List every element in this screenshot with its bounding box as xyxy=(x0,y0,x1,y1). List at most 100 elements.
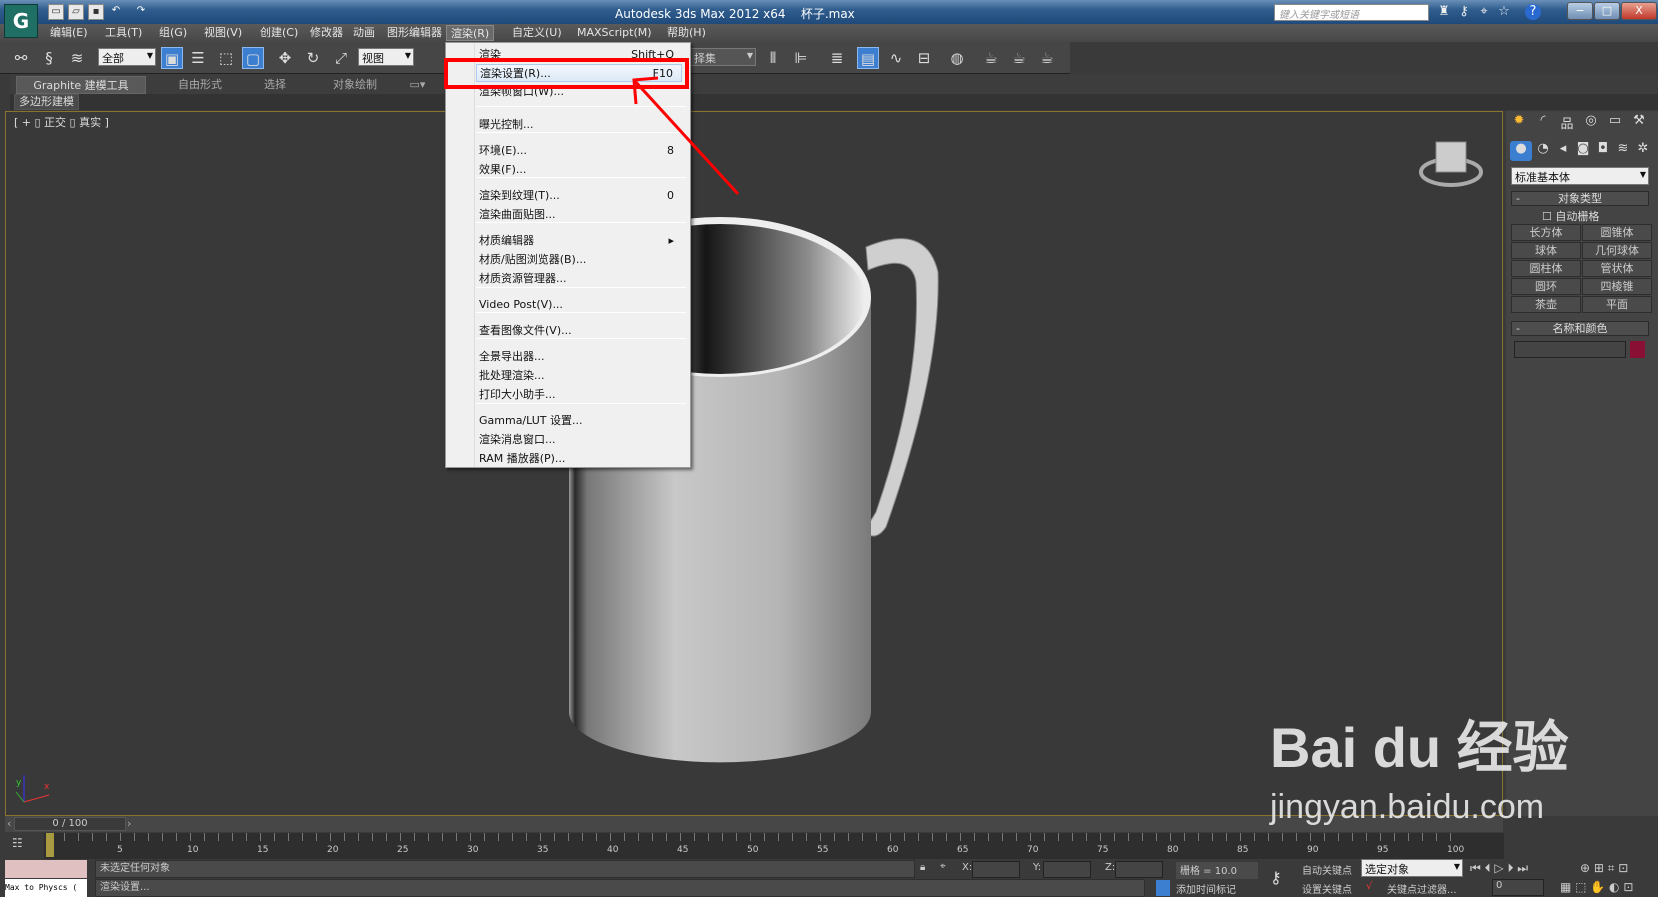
cone-button[interactable]: 圆锥体 xyxy=(1582,224,1652,241)
tab-freeform[interactable]: 自由形式 xyxy=(160,76,240,94)
rollout-object-type[interactable]: - 对象类型 xyxy=(1511,191,1649,206)
close-button[interactable]: X xyxy=(1621,2,1657,20)
curve-editor-icon[interactable]: ▤ xyxy=(857,47,879,69)
window-crossing-icon[interactable]: ▢ xyxy=(242,47,264,69)
z-coord-input[interactable] xyxy=(1115,861,1163,878)
systems-icon[interactable]: ✲ xyxy=(1632,141,1654,161)
modify-tab-icon[interactable]: ◜ xyxy=(1532,113,1554,133)
menu-create[interactable]: 创建(C) xyxy=(256,25,302,41)
geometry-icon[interactable]: ● xyxy=(1510,141,1532,161)
tab-graphite[interactable]: Graphite 建模工具 xyxy=(16,76,146,94)
add-time-tag[interactable]: 添加时间标记 xyxy=(1176,881,1236,896)
menu-graph-editors[interactable]: 图形编辑器 xyxy=(383,25,446,41)
rect-selection-icon[interactable]: ⬚ xyxy=(215,47,237,69)
object-color-swatch[interactable] xyxy=(1630,341,1645,358)
select-by-name-icon[interactable]: ☰ xyxy=(187,47,209,69)
set-key-icon[interactable]: ⚷ xyxy=(1270,868,1282,887)
tube-button[interactable]: 管状体 xyxy=(1582,260,1652,277)
render-active-shade-icon[interactable]: ☕ xyxy=(1036,47,1058,69)
redo-icon[interactable]: ↷ xyxy=(133,4,149,20)
unlink-icon[interactable]: § xyxy=(38,47,60,69)
next-frame-icon[interactable]: › xyxy=(127,817,131,830)
render-menu-item[interactable]: 材质资源管理器... xyxy=(476,270,682,288)
tab-selection[interactable]: 选择 xyxy=(245,76,305,94)
render-menu-item[interactable]: 查看图像文件(V)... xyxy=(476,322,682,340)
tab-object-paint[interactable]: 对象绘制 xyxy=(315,76,395,94)
app-logo-button[interactable]: G xyxy=(4,4,38,38)
object-name-input[interactable] xyxy=(1514,341,1626,358)
pyramid-button[interactable]: 四棱锥 xyxy=(1582,278,1652,295)
maximize-button[interactable]: □ xyxy=(1594,2,1620,20)
menu-modifiers[interactable]: 修改器 xyxy=(306,25,347,41)
ref-coord-dropdown[interactable]: 视图 xyxy=(358,48,414,66)
ribbon-options-icon[interactable]: ▭▾ xyxy=(405,76,430,94)
track-bar[interactable]: 0510152025303540455055606570758085909510… xyxy=(44,833,1504,859)
hierarchy-tab-icon[interactable]: 品 xyxy=(1556,113,1578,133)
viewport-nav-controls-2[interactable]: ▦ ⬚ ✋ ◐ ⊡ xyxy=(1560,880,1633,894)
undo-icon[interactable]: ↶ xyxy=(108,4,124,20)
time-tag-icon[interactable] xyxy=(1156,880,1170,896)
named-selection-dropdown[interactable]: 择集 xyxy=(690,48,756,66)
key-icon[interactable]: ⚷ xyxy=(1455,4,1473,20)
absolute-mode-icon[interactable]: ⌖ xyxy=(940,861,946,872)
track-bar-icon[interactable]: ☷ xyxy=(12,836,32,854)
viewport-perspective[interactable]: [ + ▯ 正交 ▯ 真实 ] yx xyxy=(5,111,1503,816)
torus-button[interactable]: 圆环 xyxy=(1511,278,1581,295)
mirror-icon[interactable]: ⫴ xyxy=(762,47,784,69)
auto-key-button[interactable]: 自动关键点 xyxy=(1302,862,1352,877)
render-production-icon[interactable]: ☕ xyxy=(1008,47,1030,69)
render-menu-item[interactable]: Video Post(V)... xyxy=(476,296,682,314)
viewport-nav-controls[interactable]: ⊕ ⊞ ⌗ ⊡ xyxy=(1580,861,1628,876)
prev-frame-icon[interactable]: ‹ xyxy=(7,817,11,830)
link-icon[interactable]: ⚯ xyxy=(10,47,32,69)
render-menu-item[interactable]: 批处理渲染... xyxy=(476,367,682,385)
helpers-icon[interactable]: ◘ xyxy=(1592,141,1614,161)
viewcube-icon[interactable] xyxy=(1416,132,1486,192)
render-menu-item[interactable]: 渲染消息窗口... xyxy=(476,431,682,449)
render-menu-item[interactable]: Gamma/LUT 设置... xyxy=(476,412,682,430)
sphere-button[interactable]: 球体 xyxy=(1511,242,1581,259)
menu-customize[interactable]: 自定义(U) xyxy=(508,25,566,41)
render-menu-item[interactable]: 全景导出器... xyxy=(476,348,682,366)
frame-counter[interactable]: 0 / 100 xyxy=(14,817,126,831)
render-setup-icon[interactable]: ◍ xyxy=(946,47,968,69)
select-object-icon[interactable]: ▣ xyxy=(161,47,183,69)
star-icon[interactable]: ☆ xyxy=(1495,4,1513,20)
satellite-icon[interactable]: ⌖ xyxy=(1475,4,1493,20)
new-file-icon[interactable]: ▭ xyxy=(48,4,64,20)
motion-tab-icon[interactable]: ◎ xyxy=(1580,113,1602,133)
menu-group[interactable]: 组(G) xyxy=(155,25,191,41)
render-menu-item[interactable]: RAM 播放器(P)... xyxy=(476,450,682,468)
align-icon[interactable]: ⊫ xyxy=(790,47,812,69)
plane-button[interactable]: 平面 xyxy=(1582,296,1652,313)
x-coord-input[interactable] xyxy=(972,861,1020,878)
create-tab-icon[interactable]: ✹ xyxy=(1508,113,1530,133)
cylinder-button[interactable]: 圆柱体 xyxy=(1511,260,1581,277)
lock-icon[interactable]: 🔒︎ xyxy=(920,862,925,873)
rollout-name-color[interactable]: - 名称和颜色 xyxy=(1511,321,1649,336)
y-coord-input[interactable] xyxy=(1043,861,1091,878)
polygon-modeling-tab[interactable]: 多边形建模 xyxy=(14,94,79,110)
render-menu-item[interactable]: 材质/贴图浏览器(B)... xyxy=(476,251,682,269)
teapot-button[interactable]: 茶壶 xyxy=(1511,296,1581,313)
schematic-view-icon[interactable]: ∿ xyxy=(885,47,907,69)
menu-animation[interactable]: 动画 xyxy=(349,25,379,41)
menu-edit[interactable]: 编辑(E) xyxy=(46,25,92,41)
utilities-tab-icon[interactable]: ⚒ xyxy=(1628,113,1650,133)
render-menu-item[interactable]: 打印大小助手... xyxy=(476,386,682,404)
set-key-button[interactable]: 设置关键点 xyxy=(1302,881,1352,896)
scale-icon[interactable]: ⤢ xyxy=(330,47,352,69)
playback-controls[interactable]: ⏮ ⏴ ▷ ⏵ ⏭ xyxy=(1470,861,1528,876)
rendered-frame-icon[interactable]: ☕ xyxy=(980,47,1002,69)
save-icon[interactable]: ▪ xyxy=(88,4,104,20)
category-dropdown[interactable]: 标准基本体 xyxy=(1511,167,1649,185)
key-tangent-icon[interactable]: √ xyxy=(1366,881,1372,892)
menu-maxscript[interactable]: MAXScript(M) xyxy=(573,25,656,41)
minimize-button[interactable]: − xyxy=(1567,2,1593,20)
box-button[interactable]: 长方体 xyxy=(1511,224,1581,241)
move-icon[interactable]: ✥ xyxy=(274,47,296,69)
key-mode-dropdown[interactable]: 选定对象 xyxy=(1361,859,1463,877)
render-menu-item[interactable]: 材质编辑器 ▸ xyxy=(476,232,682,250)
material-editor-icon[interactable]: ⊟ xyxy=(913,47,935,69)
selection-filter-dropdown[interactable]: 全部 xyxy=(98,48,156,66)
